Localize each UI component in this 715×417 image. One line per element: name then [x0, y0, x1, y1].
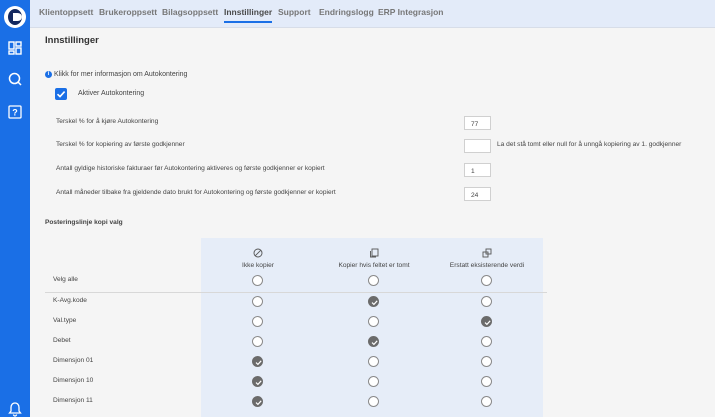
column-header-kopier-hvis-tomt: Kopier hvis feltet er tomt [338, 262, 410, 269]
column-header-erstatt-verdi: Erstatt eksisterende verdi [449, 262, 525, 269]
copy-option-radio-kopier-hvis-tomt[interactable] [368, 316, 379, 327]
copy-option-radio-erstatt[interactable] [481, 356, 492, 367]
help-icon[interactable]: ? [7, 104, 23, 120]
tab-innstillinger[interactable]: Innstillinger [224, 7, 273, 23]
tab-endringslogg[interactable]: Endringslogg [319, 7, 374, 17]
copy-row-label: Dimensjon 01 [53, 357, 94, 364]
search-icon[interactable] [7, 71, 23, 87]
copy-option-radio-ikke-kopier[interactable] [252, 396, 263, 407]
info-link[interactable]: i Klikk for mer informasjon om Autokonte… [45, 71, 187, 78]
tab-support[interactable]: Support [278, 7, 311, 17]
copy-option-radio-kopier-hvis-tomt[interactable] [368, 336, 379, 347]
select-all-radio-ikke-kopier[interactable] [252, 275, 263, 286]
tab-klientoppsett[interactable]: Klientoppsett [39, 7, 93, 17]
copy-if-empty-icon [369, 248, 379, 258]
copy-option-radio-erstatt[interactable] [481, 376, 492, 387]
svg-text:?: ? [12, 108, 18, 118]
select-all-radio-erstatt[interactable] [481, 275, 492, 286]
copy-option-radio-kopier-hvis-tomt[interactable] [368, 296, 379, 307]
copy-option-radio-ikke-kopier[interactable] [252, 336, 263, 347]
select-all-divider [45, 292, 547, 293]
app-logo[interactable] [4, 6, 26, 28]
tab-brukeroppsett[interactable]: Brukeroppsett [99, 7, 157, 17]
threshold-autokontering-input[interactable] [464, 116, 491, 130]
select-all-radio-kopier-hvis-tomt[interactable] [368, 275, 379, 286]
select-all-label: Velg alle [53, 276, 78, 283]
copy-option-radio-ikke-kopier[interactable] [252, 376, 263, 387]
copy-option-radio-ikke-kopier[interactable] [252, 296, 263, 307]
top-navigation: Klientoppsett Brukeroppsett Bilagsoppset… [30, 0, 715, 28]
copy-row-label: Dimensjon 11 [53, 397, 93, 404]
copy-option-radio-erstatt[interactable] [481, 396, 492, 407]
copy-option-radio-erstatt[interactable] [481, 336, 492, 347]
copy-row-label: Val.type [53, 317, 77, 324]
tab-erp-integrasjon[interactable]: ERP Integrasjon [378, 7, 444, 17]
page-title: Innstillinger [45, 35, 99, 46]
activate-autokontering-checkbox[interactable] [55, 88, 67, 100]
copy-option-radio-kopier-hvis-tomt[interactable] [368, 396, 379, 407]
replace-value-icon [482, 248, 492, 258]
copy-row-label: Debet [53, 337, 71, 344]
activate-autokontering-label: Aktiver Autokontering [78, 90, 145, 97]
historic-invoices-input[interactable] [464, 163, 491, 177]
copy-option-radio-ikke-kopier[interactable] [252, 316, 263, 327]
copy-option-radio-kopier-hvis-tomt[interactable] [368, 356, 379, 367]
threshold-first-approver-hint: La det stå tomt eller null for å unngå k… [497, 141, 682, 148]
copy-options-title: Posteringslinje kopi valg [45, 219, 123, 226]
info-icon: i [45, 71, 52, 78]
tab-bilagsoppsett[interactable]: Bilagsoppsett [162, 7, 218, 17]
historic-invoices-label: Antall gyldige historiske fakturaer før … [56, 165, 325, 172]
no-copy-icon [253, 248, 263, 258]
bell-icon[interactable] [7, 401, 23, 417]
column-header-ikke-kopier: Ikke kopier [242, 262, 274, 269]
threshold-autokontering-label: Terskel % for å kjøre Autokontering [56, 118, 159, 125]
sidebar: ? [0, 0, 30, 417]
dashboard-icon[interactable] [7, 40, 23, 56]
copy-row-label: Dimensjon 10 [53, 377, 94, 384]
months-back-input[interactable] [464, 187, 491, 201]
months-back-label: Antall måneder tilbake fra gjeldende dat… [56, 189, 336, 196]
threshold-first-approver-label: Terskel % for kopiering av første godkje… [56, 141, 185, 148]
copy-option-radio-ikke-kopier[interactable] [252, 356, 263, 367]
copy-option-radio-erstatt[interactable] [481, 296, 492, 307]
copy-row-label: K-Avg.kode [53, 297, 87, 304]
info-link-text: Klikk for mer informasjon om Autokonteri… [54, 71, 188, 78]
copy-option-radio-erstatt[interactable] [481, 316, 492, 327]
threshold-first-approver-input[interactable] [464, 139, 491, 153]
copy-option-radio-kopier-hvis-tomt[interactable] [368, 376, 379, 387]
